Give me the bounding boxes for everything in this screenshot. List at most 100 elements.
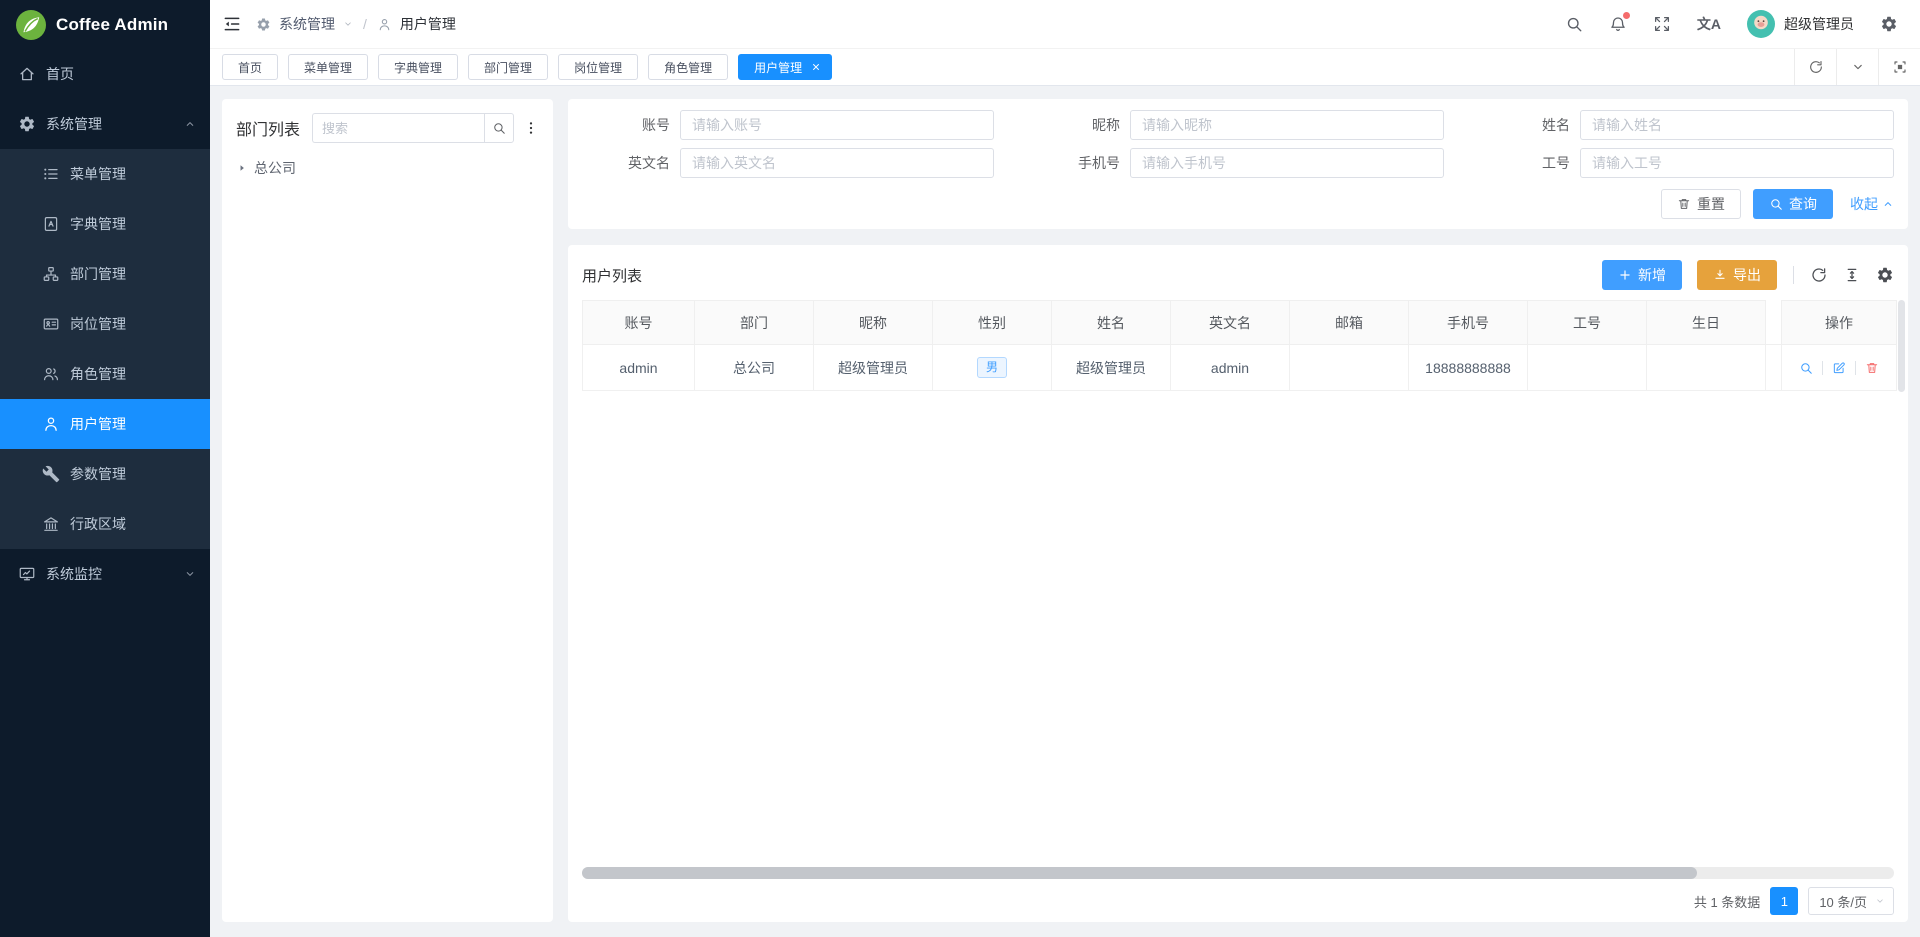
sidebar-item-dept-mgmt[interactable]: 部门管理 <box>0 249 210 299</box>
fullscreen-icon[interactable] <box>1653 15 1671 33</box>
horizontal-scrollbar-thumb[interactable] <box>582 867 1697 879</box>
column-settings-button[interactable] <box>1876 266 1894 284</box>
tab-post-mgmt[interactable]: 岗位管理 <box>558 54 638 80</box>
sidebar-item-menu-mgmt[interactable]: 菜单管理 <box>0 149 210 199</box>
filter-panel: 账号 昵称 姓名 英文名 手机号 <box>568 99 1908 229</box>
content: 部门列表 总公司 账号 昵称 <box>210 87 1920 937</box>
chevron-down-icon <box>343 19 353 29</box>
main-area: 系统管理 / 用户管理 文A 超级管理员 首页 菜单管理 字典管理 部门管理 <box>210 0 1920 937</box>
col-phone[interactable]: 手机号 <box>1409 301 1528 345</box>
field-label: 工号 <box>1482 153 1570 173</box>
sidebar-item-dict-mgmt[interactable]: 字典管理 <box>0 199 210 249</box>
department-tree-label: 总公司 <box>254 158 296 178</box>
sidebar-item-label: 岗位管理 <box>70 314 126 334</box>
sidebar-item-system-mgmt[interactable]: 系统管理 <box>0 99 210 149</box>
col-account[interactable]: 账号 <box>583 301 695 345</box>
table-refresh-button[interactable] <box>1810 266 1828 284</box>
col-birthday[interactable]: 生日 <box>1647 301 1766 345</box>
en-name-input[interactable] <box>680 148 994 178</box>
tabs-refresh-button[interactable] <box>1794 49 1836 85</box>
sidebar-collapse-icon[interactable] <box>222 14 242 34</box>
notifications-button[interactable] <box>1609 15 1627 33</box>
export-button[interactable]: 导出 <box>1697 260 1777 290</box>
sidebar-item-home[interactable]: 首页 <box>0 49 210 99</box>
tabs-maximize-button[interactable] <box>1878 49 1920 85</box>
download-icon <box>1713 268 1727 282</box>
user-icon <box>377 17 392 32</box>
sidebar-item-role-mgmt[interactable]: 角色管理 <box>0 349 210 399</box>
department-search-button[interactable] <box>484 113 514 143</box>
tab-close-icon[interactable] <box>811 62 821 72</box>
settings-gear-icon[interactable] <box>1880 15 1898 33</box>
add-label: 新增 <box>1638 265 1666 285</box>
vertical-scrollbar-thumb[interactable] <box>1898 300 1905 392</box>
account-input[interactable] <box>680 110 994 140</box>
col-email[interactable]: 邮箱 <box>1290 301 1409 345</box>
user-menu[interactable]: 超级管理员 <box>1747 10 1854 38</box>
col-name[interactable]: 姓名 <box>1052 301 1171 345</box>
col-en-name[interactable]: 英文名 <box>1171 301 1290 345</box>
sidebar-item-label: 首页 <box>46 64 74 84</box>
phone-input[interactable] <box>1130 148 1444 178</box>
sidebar-item-region-mgmt[interactable]: 行政区域 <box>0 499 210 549</box>
col-gender[interactable]: 性别 <box>933 301 1052 345</box>
department-more-button[interactable] <box>523 120 539 136</box>
query-button[interactable]: 查询 <box>1753 189 1833 219</box>
view-row-icon[interactable] <box>1799 361 1813 375</box>
topbar: 系统管理 / 用户管理 文A 超级管理员 <box>210 0 1920 49</box>
tabbar: 首页 菜单管理 字典管理 部门管理 岗位管理 角色管理 用户管理 <box>210 49 1920 86</box>
page-1-button[interactable]: 1 <box>1770 887 1798 915</box>
tab-home[interactable]: 首页 <box>222 54 278 80</box>
org-chart-icon <box>42 265 60 283</box>
table-row[interactable]: admin 总公司 超级管理员 男 超级管理员 admin 1888888888… <box>583 345 1897 391</box>
horizontal-scrollbar[interactable] <box>582 867 1894 879</box>
name-input[interactable] <box>1580 110 1894 140</box>
refresh-icon <box>1808 59 1824 75</box>
field-label: 姓名 <box>1482 115 1570 135</box>
filter-field-name: 姓名 <box>1482 110 1894 140</box>
add-button[interactable]: 新增 <box>1602 260 1682 290</box>
department-panel: 部门列表 总公司 <box>222 99 553 922</box>
sidebar-item-label: 菜单管理 <box>70 164 126 184</box>
chevron-down-icon <box>184 568 196 580</box>
edit-row-icon[interactable] <box>1832 361 1846 375</box>
cell-dept: 总公司 <box>695 345 814 391</box>
bank-icon <box>42 515 60 533</box>
sidebar-item-param-mgmt[interactable]: 参数管理 <box>0 449 210 499</box>
field-label: 手机号 <box>1032 153 1120 173</box>
tab-dept-mgmt[interactable]: 部门管理 <box>468 54 548 80</box>
tab-menu-mgmt[interactable]: 菜单管理 <box>288 54 368 80</box>
notification-badge <box>1623 12 1630 19</box>
department-tree-root[interactable]: 总公司 <box>236 158 539 178</box>
breadcrumb-page: 用户管理 <box>400 14 456 34</box>
collapse-link[interactable]: 收起 <box>1850 194 1894 214</box>
tab-dict-mgmt[interactable]: 字典管理 <box>378 54 458 80</box>
job-no-input[interactable] <box>1580 148 1894 178</box>
delete-row-icon[interactable] <box>1865 361 1879 375</box>
col-nickname[interactable]: 昵称 <box>814 301 933 345</box>
monitor-icon <box>18 565 36 583</box>
sidebar-item-system-monitor[interactable]: 系统监控 <box>0 549 210 599</box>
breadcrumb-section[interactable]: 系统管理 <box>279 14 335 34</box>
tab-user-mgmt[interactable]: 用户管理 <box>738 54 832 80</box>
search-icon[interactable] <box>1565 15 1583 33</box>
department-search-input[interactable] <box>312 113 484 143</box>
chevron-up-icon <box>184 118 196 130</box>
tabs-dropdown-button[interactable] <box>1836 49 1878 85</box>
wrench-icon <box>42 465 60 483</box>
caret-right-icon[interactable] <box>237 163 247 173</box>
home-icon <box>18 65 36 83</box>
page-size-select[interactable]: 10 条/页 <box>1808 887 1894 915</box>
translate-icon[interactable]: 文A <box>1697 14 1721 34</box>
col-dept[interactable]: 部门 <box>695 301 814 345</box>
reset-label: 重置 <box>1697 194 1725 214</box>
col-spacer <box>1766 301 1782 345</box>
row-density-button[interactable] <box>1843 266 1861 284</box>
sidebar-item-user-mgmt[interactable]: 用户管理 <box>0 399 210 449</box>
sidebar-item-post-mgmt[interactable]: 岗位管理 <box>0 299 210 349</box>
cell-account: admin <box>583 345 695 391</box>
tab-role-mgmt[interactable]: 角色管理 <box>648 54 728 80</box>
nickname-input[interactable] <box>1130 110 1444 140</box>
reset-button[interactable]: 重置 <box>1661 189 1741 219</box>
col-job-no[interactable]: 工号 <box>1528 301 1647 345</box>
